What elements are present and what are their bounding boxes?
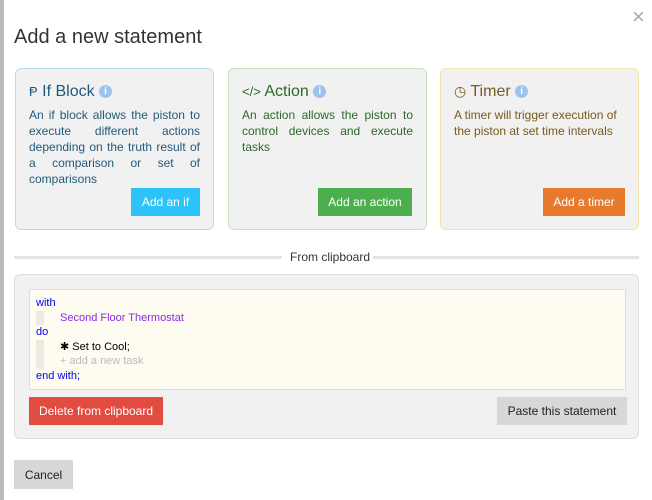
clock-icon: ◷ xyxy=(454,83,467,99)
task-text: Set to Cool; xyxy=(72,340,130,353)
add-timer-button[interactable]: Add a timer xyxy=(543,188,625,216)
divider-right xyxy=(373,256,639,259)
card-title: Timer xyxy=(470,83,511,100)
clipboard-heading: From clipboard xyxy=(290,250,371,264)
code-end: end with; xyxy=(36,369,81,382)
card-title: Action xyxy=(264,83,309,100)
code-do: do xyxy=(36,326,49,338)
divider-left xyxy=(14,256,282,259)
paste-statement-button[interactable]: Paste this statement xyxy=(497,397,627,425)
timer-card: ◷ Timer i A timer will trigger execution… xyxy=(440,68,639,230)
code-task: ✱ Set to Cool; xyxy=(36,339,619,354)
cancel-button[interactable]: Cancel xyxy=(14,460,73,489)
add-task-link[interactable]: + add a new task xyxy=(36,354,619,369)
code-icon: </> xyxy=(242,84,261,99)
card-description: A timer will trigger execution of the pi… xyxy=(454,108,617,138)
info-icon[interactable]: i xyxy=(313,85,327,98)
delete-from-clipboard-button[interactable]: Delete from clipboard xyxy=(29,397,163,425)
if-block-card: Ᵽ If Block i An if block allows the pist… xyxy=(15,68,214,230)
statement-preview: with Second Floor Thermostat do ✱ Set to… xyxy=(29,289,626,390)
action-card: </> Action i An action allows the piston… xyxy=(228,68,427,230)
close-icon[interactable]: × xyxy=(632,4,645,30)
info-icon[interactable]: i xyxy=(99,85,113,98)
code-with: with xyxy=(36,297,56,309)
clipboard-panel: with Second Floor Thermostat do ✱ Set to… xyxy=(14,274,639,439)
card-title: If Block xyxy=(42,83,95,100)
dialog-title: Add a new statement xyxy=(14,26,202,48)
add-action-button[interactable]: Add an action xyxy=(318,188,412,216)
info-icon[interactable]: i xyxy=(515,85,529,98)
card-description: An if block allows the piston to execute… xyxy=(29,108,200,186)
code-device: Second Floor Thermostat xyxy=(36,310,619,325)
add-if-button[interactable]: Add an if xyxy=(131,188,200,216)
task-icon: ✱ xyxy=(60,340,70,353)
branch-icon: Ᵽ xyxy=(29,84,38,99)
card-description: An action allows the piston to control d… xyxy=(242,108,413,154)
